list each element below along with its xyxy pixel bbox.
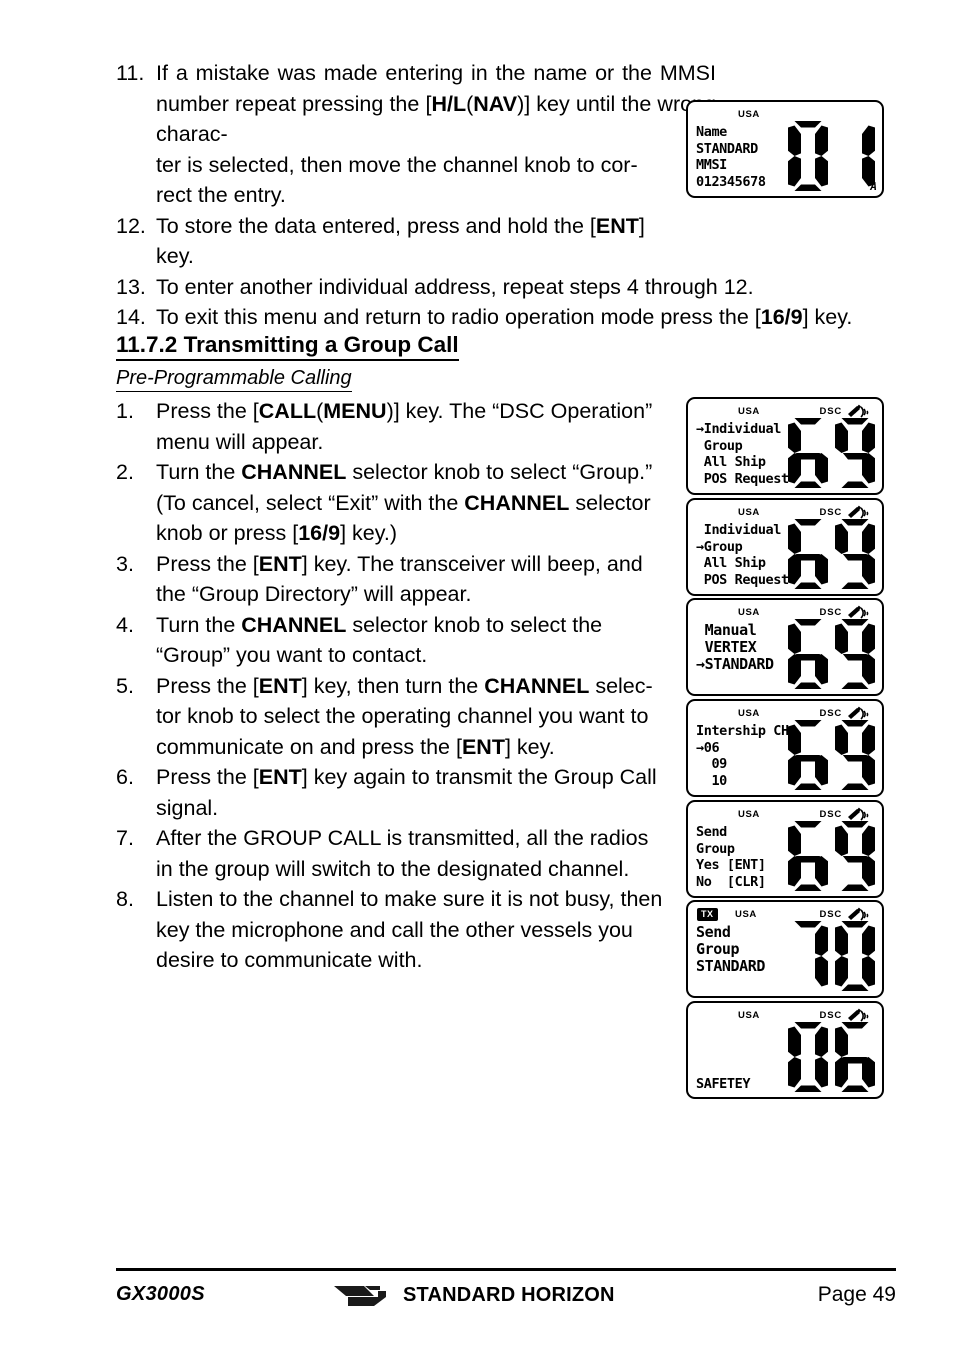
list-item-number: 8.: [116, 887, 134, 911]
usa-indicator: USA: [738, 607, 760, 618]
lcd-intership-channel: USA DSC Intership CH →06 09 10: [686, 699, 884, 797]
section-heading: 11.7.2 Transmitting a Group Call: [116, 331, 459, 361]
standard-horizon-logo-icon: [334, 1286, 386, 1306]
seven-segment-digit: [832, 1019, 878, 1095]
list-item-number: 5.: [116, 673, 134, 698]
seven-segment-digit: [832, 717, 878, 793]
channel-number: [784, 516, 878, 594]
usa-indicator: USA: [738, 809, 760, 820]
lcd-dsc-operation-group: USA DSC Individual →Group All Ship POS Req…: [686, 498, 884, 596]
seven-segment-digit: [785, 118, 831, 194]
list-item-text: To enter another individual address, rep…: [156, 274, 754, 299]
seven-segment-digit: [785, 717, 831, 793]
list-item: 3. Press the [ENT] key. The transceiver …: [116, 549, 716, 610]
usa-indicator: USA: [738, 708, 760, 719]
tx-indicator: TX: [697, 908, 718, 921]
seven-segment-digit: [832, 918, 878, 994]
list-item-text: Turn the CHANNEL selector knob to select…: [156, 460, 653, 545]
list-item-number: 6.: [116, 765, 134, 789]
section-subheading: Pre-Programmable Calling: [116, 366, 352, 392]
list-item-text: Turn the CHANNEL selector knob to select…: [156, 612, 603, 668]
channel-suffix: A: [870, 180, 877, 193]
list-item-text: Press the [ENT] key. The transceiver wil…: [156, 551, 643, 607]
list-item: 6. Press the [ENT] key again to transmit…: [116, 762, 716, 823]
list-item-number: 4.: [116, 612, 134, 637]
list-item: 12. To store the data entered, press and…: [116, 211, 716, 272]
list-item-number: 7.: [116, 826, 134, 850]
usa-indicator: USA: [738, 406, 760, 417]
channel-number: [784, 918, 878, 996]
seven-segment-digit: [785, 818, 831, 894]
seven-segment-digit: [785, 918, 831, 994]
list-item-text: Press the [ENT] key, then turn the CHANN…: [156, 673, 653, 759]
list-item: 13. To enter another individual address,…: [116, 272, 936, 303]
lcd-group-directory: USA DSC Manual VERTEX →STANDARD: [686, 598, 884, 696]
list-item: 7. After the GROUP CALL is transmitted, …: [116, 823, 716, 884]
list-item: 1. Press the [CALL(MENU)] key. The “DSC …: [116, 396, 716, 457]
list-item-number: 1.: [116, 399, 134, 423]
list-item-number: 11.: [116, 61, 145, 85]
footer-divider: [116, 1268, 896, 1271]
list-item: 2. Turn the CHANNEL selector knob to sel…: [116, 457, 716, 549]
channel-number: [784, 1019, 878, 1097]
channel-number: [784, 818, 878, 896]
model-name: GX3000S: [116, 1283, 205, 1305]
manual-page: 11. If a mistake was made entering in th…: [0, 0, 954, 1352]
list-item-text: Listen to the channel to make sure it is…: [156, 887, 663, 972]
channel-number: [784, 616, 878, 694]
list-item-number: 2.: [116, 460, 134, 484]
channel-number: [784, 415, 878, 493]
list-item-number: 3.: [116, 551, 134, 576]
seven-segment-digit: [832, 415, 878, 491]
seven-segment-digit: [832, 616, 878, 692]
list-item-text: To store the data entered, press and hol…: [156, 213, 645, 269]
page-number: Page 49: [817, 1283, 896, 1306]
lcd-safety-channel: USA DSC SAFETEY: [686, 1001, 884, 1099]
channel-number: [784, 717, 878, 795]
list-item-number: 13.: [116, 274, 146, 299]
usa-indicator: USA: [735, 909, 757, 920]
lcd-name-mmsi: USA Name STANDARD MMSI 012345678 A: [686, 100, 884, 198]
lcd-dsc-operation-individual: USA DSC →Individual Group All Ship POS Re…: [686, 397, 884, 495]
seven-segment-digit: [832, 818, 878, 894]
list-item-text: Press the [ENT] key again to transmit th…: [156, 765, 657, 820]
list-item: 8. Listen to the channel to make sure it…: [116, 884, 716, 976]
list-item: 5. Press the [ENT] key, then turn the CH…: [116, 671, 716, 763]
list-item-text: After the GROUP CALL is transmitted, all…: [156, 826, 649, 881]
seven-segment-digit: [785, 516, 831, 592]
seven-segment-digit: [832, 516, 878, 592]
usa-indicator: USA: [738, 109, 760, 120]
list-item: 14. To exit this menu and return to radi…: [116, 302, 936, 333]
channel-number: A: [784, 118, 878, 196]
lcd-send-group-confirm: USA DSC Send Group Yes [ENT] No [CLR]: [686, 800, 884, 898]
brand-name: STANDARD HORIZON: [403, 1283, 615, 1306]
list-item: 11. If a mistake was made entering in th…: [116, 58, 716, 211]
list-item-text: Press the [CALL(MENU)] key. The “DSC Ope…: [156, 399, 653, 454]
seven-segment-digit: [785, 415, 831, 491]
lcd-send-group-transmitting: TX USA DSC Send Group STANDARD: [686, 900, 884, 998]
list-item-number: 12.: [116, 213, 146, 238]
list-item-text: To exit this menu and return to radio op…: [156, 305, 853, 329]
usa-indicator: USA: [738, 507, 760, 518]
seven-segment-digit: [785, 1019, 831, 1095]
brand-logo: STANDARD HORIZON: [334, 1280, 615, 1310]
list-item-text: If a mistake was made entering in the na…: [156, 61, 716, 207]
seven-segment-digit: [785, 616, 831, 692]
list-item-number: 14.: [116, 305, 146, 329]
page-footer: GX3000S STANDARD HORIZON Page 49: [116, 1280, 896, 1314]
usa-indicator: USA: [738, 1010, 760, 1021]
seven-segment-digit: A: [832, 118, 878, 194]
list-item: 4. Turn the CHANNEL selector knob to sel…: [116, 610, 716, 671]
